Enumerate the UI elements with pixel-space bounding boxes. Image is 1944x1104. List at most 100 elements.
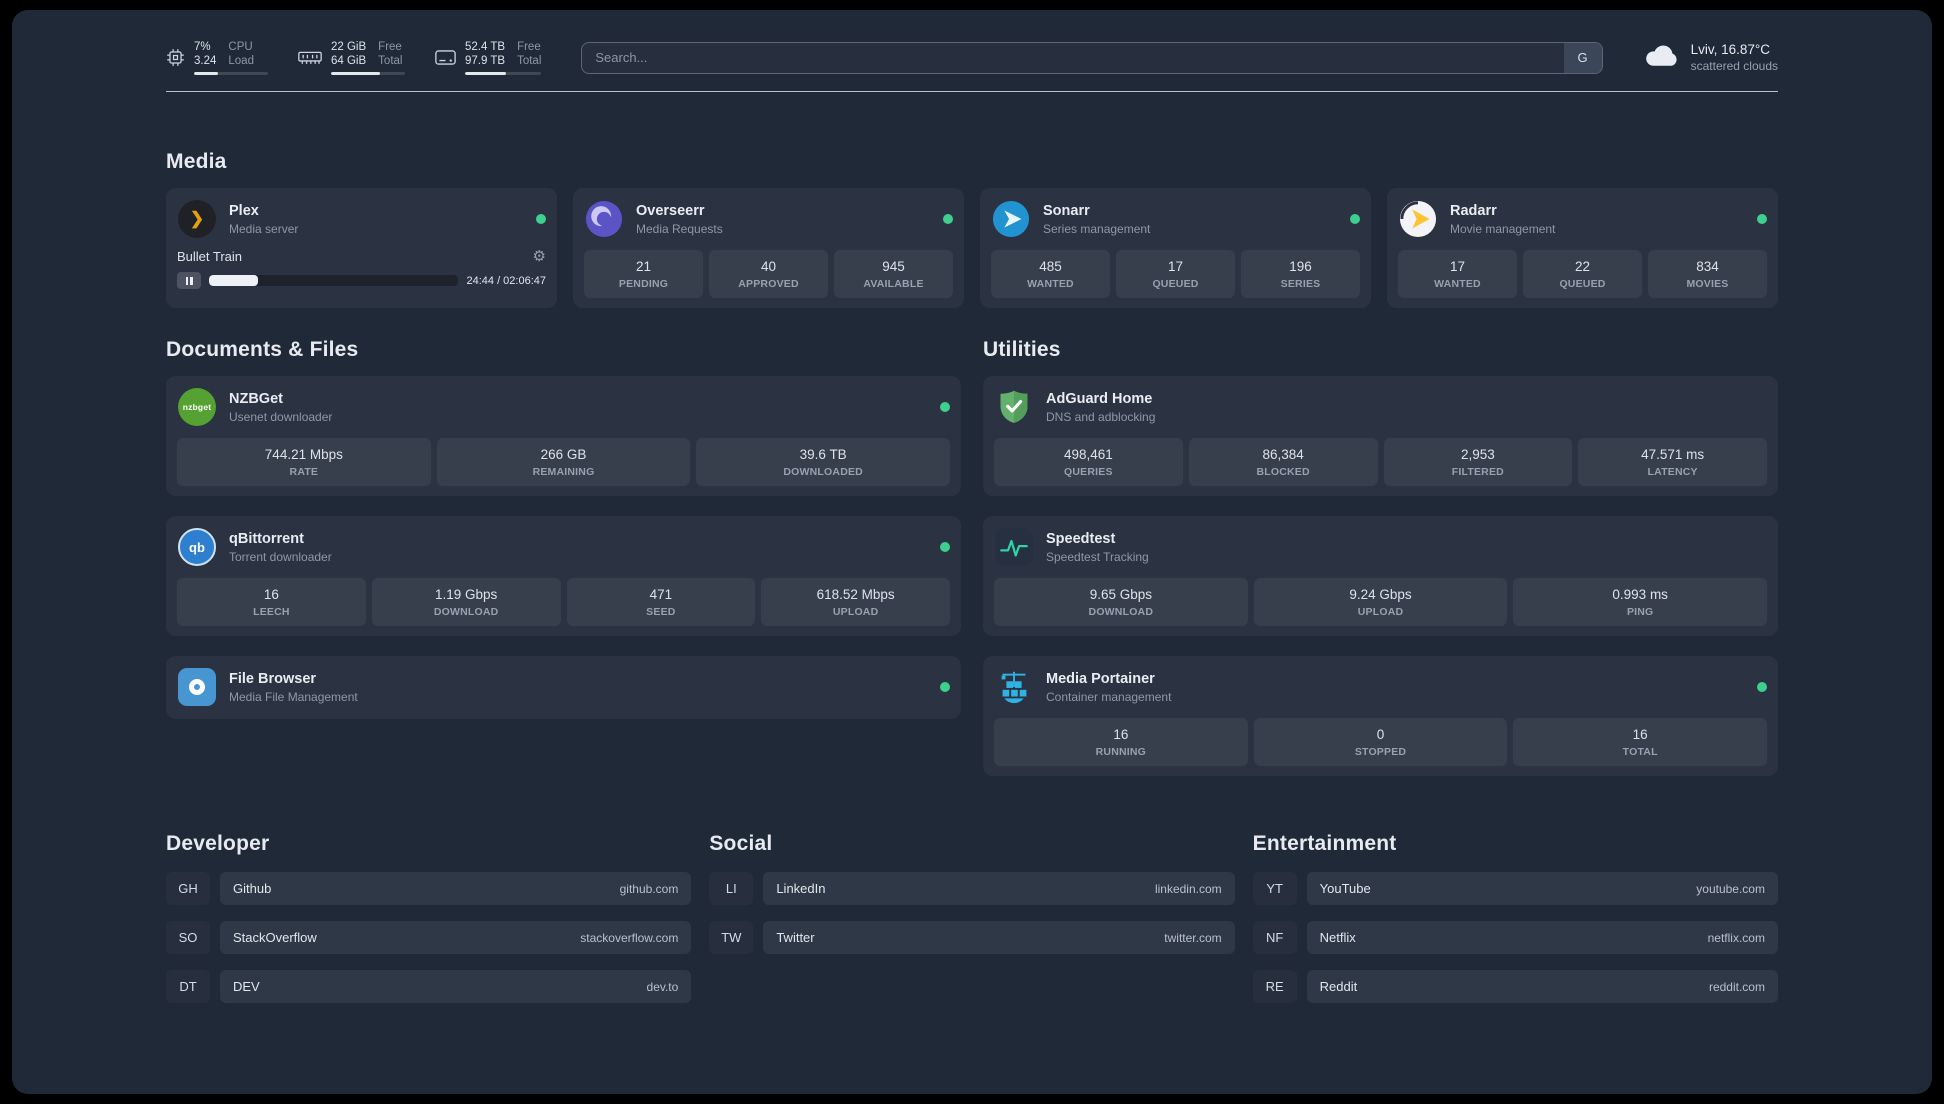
stat-rate: 744.21 Mbps RATE <box>177 438 431 486</box>
stat-filtered: 2,953 FILTERED <box>1383 438 1573 486</box>
qbittorrent-icon: qb <box>177 527 217 567</box>
weather-location: Lviv, 16.87°C <box>1690 42 1771 57</box>
topbar-divider <box>166 91 1778 92</box>
bookmark-netflix[interactable]: NF Netflix netflix.com <box>1253 921 1778 954</box>
service-name: AdGuard Home <box>1046 391 1153 407</box>
disk-widget: 52.4 TB 97.9 TB Free Total <box>435 40 542 75</box>
bookmark-reddit[interactable]: RE Reddit reddit.com <box>1253 970 1778 1003</box>
resource-monitors: 7% 3.24 CPU Load 22 GiB 64 GiB Free Tota… <box>166 40 542 75</box>
status-dot <box>1757 214 1767 224</box>
service-card-radarr: Radarr Movie management 17 WANTED 22 QUE… <box>1387 188 1778 308</box>
sonarr-icon <box>991 199 1031 239</box>
service-link-filebrowser[interactable]: File Browser Media File Management <box>177 665 950 709</box>
cpu-icon <box>166 48 185 67</box>
service-card-nzbget: nzbget NZBGet Usenet downloader 744.21 M… <box>166 376 961 496</box>
portainer-icon <box>994 667 1034 707</box>
service-link-radarr[interactable]: Radarr Movie management <box>1398 197 1767 241</box>
playback-progress-bar[interactable] <box>209 275 459 286</box>
service-link-plex[interactable]: ❯ Plex Media server <box>177 197 546 241</box>
status-dot <box>1350 214 1360 224</box>
stat-remaining: 266 GB REMAINING <box>436 438 691 486</box>
stat-upload: 9.24 Gbps UPLOAD <box>1253 578 1508 626</box>
service-desc: DNS and adblocking <box>1046 410 1156 424</box>
bookmark-abbr: YT <box>1253 872 1297 905</box>
bookmark-abbr: DT <box>166 970 210 1003</box>
stat-approved: 40 APPROVED <box>709 250 828 298</box>
stat-movies: 834 MOVIES <box>1648 250 1767 298</box>
service-link-adguard[interactable]: AdGuard Home DNS and adblocking <box>994 385 1767 429</box>
memory-bar <box>331 72 405 75</box>
gear-icon[interactable]: ⚙ <box>533 249 546 264</box>
stat-queued: 22 QUEUED <box>1523 250 1642 298</box>
service-stats: 485 WANTED 17 QUEUED 196 SERIES <box>991 250 1360 298</box>
memory-icon <box>298 49 322 66</box>
memory-labels: Free Total <box>378 41 403 67</box>
service-stats: 9.65 Gbps DOWNLOAD 9.24 Gbps UPLOAD 0.99… <box>994 578 1768 626</box>
status-dot <box>536 214 546 224</box>
service-card-adguard: AdGuard Home DNS and adblocking 498,461 … <box>983 376 1778 496</box>
service-desc: Media server <box>229 222 299 236</box>
service-desc: Movie management <box>1450 222 1556 236</box>
disk-values: 52.4 TB 97.9 TB <box>465 41 506 67</box>
service-stats: 16 LEECH 1.19 Gbps DOWNLOAD 471 SEED 618… <box>177 578 950 626</box>
search-input[interactable] <box>581 41 1603 74</box>
weather-condition: scattered clouds <box>1690 59 1778 73</box>
plex-now-playing: Bullet Train ⚙ 24:44 / 02:06:47 <box>177 249 546 289</box>
section-title-utilities: Utilities <box>983 338 1061 361</box>
stat-wanted: 485 WANTED <box>991 250 1110 298</box>
service-link-speedtest[interactable]: Speedtest Speedtest Tracking <box>994 525 1767 569</box>
service-link-nzbget[interactable]: nzbget NZBGet Usenet downloader <box>177 385 950 429</box>
bookmark-github[interactable]: GH Github github.com <box>166 872 692 905</box>
service-link-portainer[interactable]: Media Portainer Container management <box>994 665 1767 709</box>
section-title-social: Social <box>709 832 773 855</box>
stat-queued: 17 QUEUED <box>1116 250 1235 298</box>
stat-downloaded: 39.6 TB DOWNLOADED <box>696 438 951 486</box>
service-link-qbittorrent[interactable]: qb qBittorrent Torrent downloader <box>177 525 950 569</box>
search-provider-button[interactable]: G <box>1563 42 1602 73</box>
status-dot <box>940 542 950 552</box>
service-card-qbittorrent: qb qBittorrent Torrent downloader 16 LEE… <box>166 516 961 636</box>
service-card-speedtest: Speedtest Speedtest Tracking 9.65 Gbps D… <box>983 516 1778 636</box>
service-desc: Media Requests <box>636 222 723 236</box>
service-link-overseerr[interactable]: Overseerr Media Requests <box>584 197 953 241</box>
cpu-widget: 7% 3.24 CPU Load <box>166 40 268 75</box>
bookmark-youtube[interactable]: YT YouTube youtube.com <box>1253 872 1778 905</box>
weather-widget: Lviv, 16.87°C scattered clouds <box>1643 42 1778 73</box>
stat-wanted: 17 WANTED <box>1398 250 1517 298</box>
bookmark-stackoverflow[interactable]: SO StackOverflow stackoverflow.com <box>166 921 692 954</box>
memory-values: 22 GiB 64 GiB <box>331 41 367 67</box>
service-name: Sonarr <box>1043 203 1090 219</box>
stat-stopped: 0 STOPPED <box>1253 718 1508 766</box>
bookmark-abbr: SO <box>166 921 210 954</box>
bookmark-dev[interactable]: DT DEV dev.to <box>166 970 692 1003</box>
cpu-bar <box>194 72 268 75</box>
cloud-icon <box>1643 43 1680 73</box>
now-playing-title: Bullet Train <box>177 249 243 264</box>
section-title-entertainment: Entertainment <box>1252 832 1397 855</box>
bookmarks-developer: Developer GH Github github.com SO StackO… <box>166 832 692 1019</box>
bookmark-abbr: TW <box>709 921 753 954</box>
adguard-icon <box>994 387 1034 427</box>
utilities-column: Utilities AdGuard Home DNS and adblockin… <box>983 338 1778 776</box>
bookmark-twitter[interactable]: TW Twitter twitter.com <box>709 921 1235 954</box>
top-bar: 7% 3.24 CPU Load 22 GiB 64 GiB Free Tota… <box>166 10 1778 75</box>
stat-seed: 471 SEED <box>566 578 756 626</box>
service-stats: 498,461 QUERIES 86,384 BLOCKED 2,953 FIL… <box>994 438 1767 486</box>
service-link-sonarr[interactable]: Sonarr Series management <box>991 197 1360 241</box>
stat-pending: 21 PENDING <box>584 250 703 298</box>
status-dot <box>940 402 950 412</box>
disk-labels: Free Total <box>517 41 542 67</box>
pause-button[interactable] <box>177 272 201 289</box>
service-card-overseerr: Overseerr Media Requests 21 PENDING 40 A… <box>573 188 964 308</box>
service-card-plex: ❯ Plex Media server Bullet Train ⚙ 24:44… <box>166 188 557 308</box>
dashboard: 7% 3.24 CPU Load 22 GiB 64 GiB Free Tota… <box>12 10 1932 1094</box>
service-card-portainer: Media Portainer Container management 16 … <box>983 656 1778 776</box>
service-name: qBittorrent <box>229 531 304 547</box>
radarr-icon <box>1398 199 1438 239</box>
service-name: Radarr <box>1450 203 1497 219</box>
status-dot <box>1757 682 1767 692</box>
stat-download: 1.19 Gbps DOWNLOAD <box>371 578 561 626</box>
speedtest-icon <box>994 527 1034 567</box>
nzbget-icon: nzbget <box>177 387 217 427</box>
bookmark-linkedin[interactable]: LI LinkedIn linkedin.com <box>709 872 1235 905</box>
